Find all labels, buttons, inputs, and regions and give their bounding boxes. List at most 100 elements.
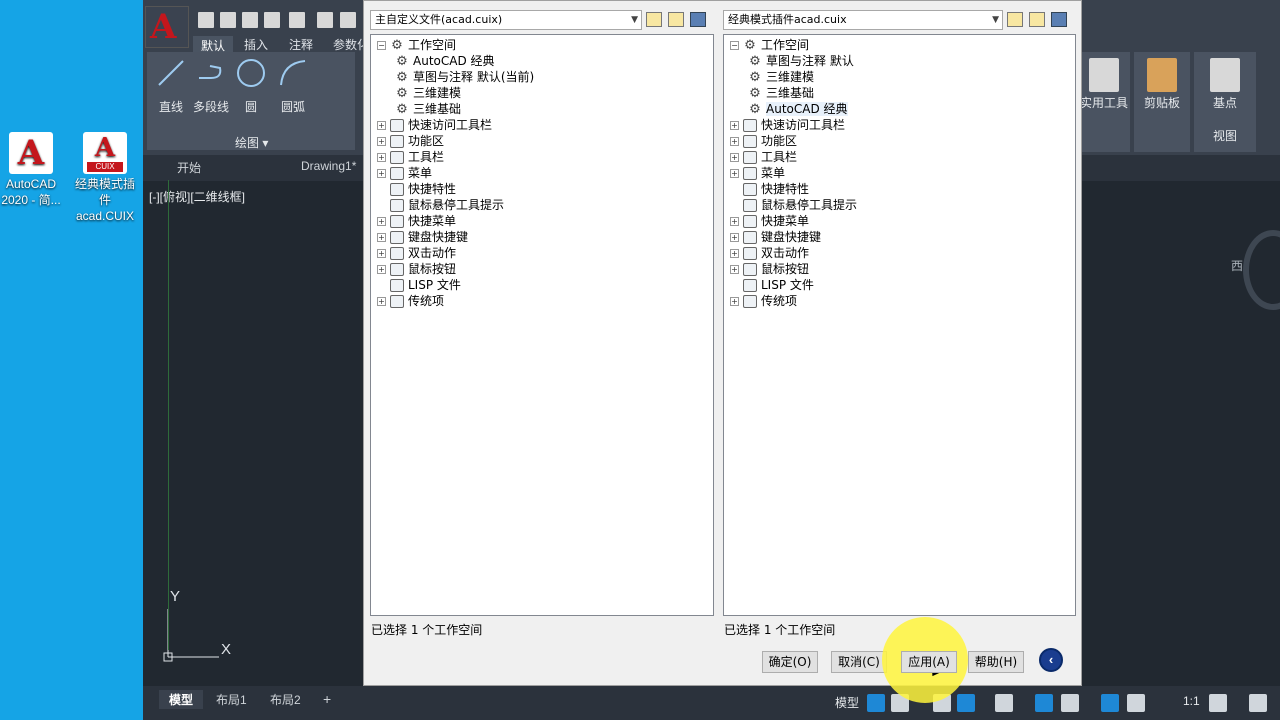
- open-file-icon[interactable]: [668, 12, 684, 27]
- annotation-scale-value[interactable]: 1:1: [1183, 694, 1200, 708]
- model-space-button[interactable]: 模型: [835, 694, 859, 711]
- clipboard-panel[interactable]: 剪贴板: [1134, 52, 1190, 152]
- tree-node[interactable]: ⚙ 三维建模: [395, 85, 461, 101]
- tree-node[interactable]: + 键盘快捷键: [377, 229, 468, 245]
- tree-node[interactable]: + 快捷菜单: [377, 213, 456, 229]
- tree-node[interactable]: ⚙ 三维建模: [748, 69, 814, 85]
- tree-node[interactable]: ⚙ AutoCAD 经典: [395, 53, 494, 69]
- arc-tool[interactable]: 圆弧: [273, 58, 313, 115]
- expand-icon[interactable]: +: [377, 217, 386, 226]
- collapse-icon[interactable]: −: [730, 41, 739, 50]
- polar-icon[interactable]: [957, 694, 975, 712]
- tree-node[interactable]: + 功能区: [377, 133, 444, 149]
- tree-node[interactable]: + 键盘快捷键: [730, 229, 821, 245]
- tree-node[interactable]: + 菜单: [730, 165, 785, 181]
- tree-node[interactable]: + 传统项: [377, 293, 444, 309]
- open-file-icon[interactable]: [1029, 12, 1045, 27]
- expand-icon[interactable]: +: [730, 137, 739, 146]
- new-icon[interactable]: [198, 12, 214, 28]
- tree-node[interactable]: + 功能区: [730, 133, 797, 149]
- save-icon[interactable]: [242, 12, 258, 28]
- tree-node[interactable]: + 工具栏: [730, 149, 797, 165]
- share-icon[interactable]: [317, 12, 333, 28]
- ok-button[interactable]: 确定(O): [762, 651, 818, 673]
- tab-annotate[interactable]: 注释: [289, 36, 313, 53]
- expand-icon[interactable]: +: [730, 153, 739, 162]
- selection-cycling-icon[interactable]: [1061, 694, 1079, 712]
- expand-icon[interactable]: +: [377, 249, 386, 258]
- new-file-icon[interactable]: [1007, 12, 1023, 27]
- tree-node[interactable]: LISP 文件: [730, 277, 814, 293]
- tree-node[interactable]: ⚙ 三维基础: [395, 101, 461, 117]
- tree-node[interactable]: 鼠标悬停工具提示: [730, 197, 857, 213]
- left-tree[interactable]: − ⚙ 工作空间 ⚙ AutoCAD 经典 ⚙ 草图与注释 默认(当前) ⚙ 三维建模 ⚙ 三维基础…: [370, 34, 714, 616]
- annotation-visibility-icon[interactable]: [1101, 694, 1119, 712]
- apply-button[interactable]: 应用(A): [901, 651, 957, 673]
- tree-node[interactable]: ⚙ 草图与注释 默认: [748, 53, 854, 69]
- autocad-desktop-icon[interactable]: A AutoCAD 2020 - 简...: [0, 132, 66, 208]
- expand-icon[interactable]: +: [377, 233, 386, 242]
- new-file-icon[interactable]: [646, 12, 662, 27]
- expand-icon[interactable]: +: [730, 169, 739, 178]
- draw-panel-title[interactable]: 绘图 ▾: [235, 134, 268, 151]
- tree-node[interactable]: ⚙ 三维基础: [748, 85, 814, 101]
- tree-node[interactable]: + 鼠标按钮: [377, 261, 456, 277]
- tree-node[interactable]: + 快捷菜单: [730, 213, 809, 229]
- expand-icon[interactable]: +: [377, 137, 386, 146]
- viewport-controls[interactable]: [-][俯视][二维线框]: [149, 188, 245, 205]
- tree-node[interactable]: + 双击动作: [730, 245, 809, 261]
- view-panel[interactable]: 基点 视图: [1194, 52, 1256, 152]
- expand-icon[interactable]: +: [730, 265, 739, 274]
- plus-icon[interactable]: [1249, 694, 1267, 712]
- tree-node[interactable]: + 鼠标按钮: [730, 261, 809, 277]
- circle-tool[interactable]: 圆: [231, 58, 271, 115]
- tree-node[interactable]: ⚙ AutoCAD 经典: [748, 101, 848, 117]
- save-file-icon[interactable]: [1051, 12, 1067, 27]
- expand-icon[interactable]: +: [377, 297, 386, 306]
- tree-node[interactable]: − ⚙ 工作空间: [377, 37, 456, 53]
- back-arrow-icon[interactable]: ‹: [1039, 648, 1063, 672]
- grid-icon[interactable]: [867, 694, 885, 712]
- tree-node[interactable]: + 传统项: [730, 293, 797, 309]
- tab-model[interactable]: 模型: [159, 690, 204, 709]
- utilities-panel[interactable]: 实用工具: [1078, 52, 1130, 152]
- polyline-tool[interactable]: 多段线: [187, 58, 235, 115]
- tree-node[interactable]: + 快速访问工具栏: [377, 117, 492, 133]
- open-icon[interactable]: [220, 12, 236, 28]
- application-menu-button[interactable]: A: [145, 6, 189, 48]
- annotation-scale-icon[interactable]: [1127, 694, 1145, 712]
- expand-icon[interactable]: +: [730, 297, 739, 306]
- tree-node[interactable]: 鼠标悬停工具提示: [377, 197, 504, 213]
- add-layout-button[interactable]: +: [313, 690, 341, 708]
- tab-layout2[interactable]: 布局2: [260, 690, 311, 709]
- expand-icon[interactable]: +: [730, 233, 739, 242]
- tab-layout1[interactable]: 布局1: [206, 690, 257, 709]
- tree-node[interactable]: ⚙ 草图与注释 默认(当前): [395, 69, 534, 85]
- tree-node[interactable]: + 快速访问工具栏: [730, 117, 845, 133]
- upload-icon[interactable]: [289, 12, 305, 28]
- viewcube[interactable]: [1243, 230, 1280, 310]
- gear-icon[interactable]: [1209, 694, 1227, 712]
- expand-icon[interactable]: +: [377, 121, 386, 130]
- tab-start[interactable]: 开始: [177, 159, 201, 176]
- expand-icon[interactable]: +: [730, 121, 739, 130]
- tree-node[interactable]: + 菜单: [377, 165, 432, 181]
- expand-icon[interactable]: +: [377, 265, 386, 274]
- line-tool[interactable]: 直线: [151, 58, 191, 115]
- expand-icon[interactable]: +: [377, 153, 386, 162]
- tree-node[interactable]: − ⚙ 工作空间: [730, 37, 809, 53]
- expand-icon[interactable]: +: [730, 249, 739, 258]
- left-file-select[interactable]: 主自定义文件(acad.cuix) ▼: [370, 10, 642, 30]
- save-file-icon[interactable]: [690, 12, 706, 27]
- help-button[interactable]: 帮助(H): [968, 651, 1024, 673]
- right-tree[interactable]: − ⚙ 工作空间 ⚙ 草图与注释 默认 ⚙ 三维建模 ⚙ 三维基础 ⚙ AutoCAD 经典 + 快速访…: [723, 34, 1076, 616]
- tree-node[interactable]: 快捷特性: [730, 181, 809, 197]
- collapse-icon[interactable]: −: [377, 41, 386, 50]
- lineweight-icon[interactable]: [1035, 694, 1053, 712]
- tree-node[interactable]: + 双击动作: [377, 245, 456, 261]
- tree-node[interactable]: LISP 文件: [377, 277, 461, 293]
- osnap-icon[interactable]: [995, 694, 1013, 712]
- tree-node[interactable]: 快捷特性: [377, 181, 456, 197]
- save-as-icon[interactable]: [264, 12, 280, 28]
- tree-node[interactable]: + 工具栏: [377, 149, 444, 165]
